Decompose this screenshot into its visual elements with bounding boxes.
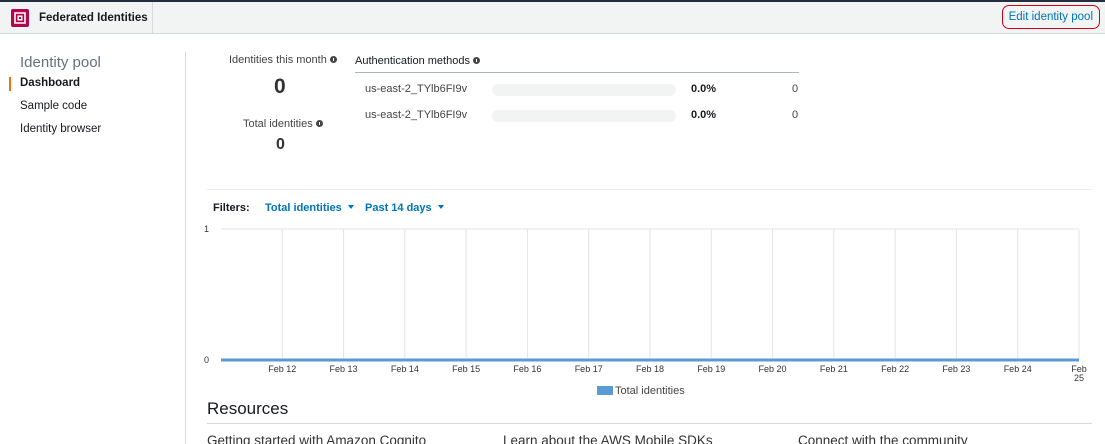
range-filter-dropdown[interactable]: Past 14 days [365, 202, 444, 214]
caret-down-icon [347, 205, 354, 209]
x-tick-label: Feb 18 [636, 364, 664, 374]
auth-method-count: 0 [792, 109, 799, 121]
info-icon[interactable] [315, 120, 323, 127]
top-bar [0, 0, 1105, 34]
resources-title: Resources [207, 399, 289, 418]
total-identities-label-text: Total identities [243, 118, 313, 130]
filters-label: Filters: [213, 202, 250, 214]
edit-identity-pool-button[interactable]: Edit identity pool [1001, 5, 1100, 29]
legend-label: Total identities [615, 385, 685, 397]
x-tick-label: Feb 24 [1004, 364, 1032, 374]
info-icon[interactable] [329, 56, 337, 63]
auth-method-progress-bar [492, 110, 676, 122]
x-tick-label: Feb 12 [268, 364, 296, 374]
auth-method-row: us-east-2_TYlb6FI9v 0.0% 0 [355, 83, 805, 97]
auth-method-count: 0 [792, 83, 799, 95]
cognito-logo-icon [11, 9, 29, 27]
auth-method-percent: 0.0% [691, 83, 717, 95]
auth-method-name: us-east-2_TYlb6FI9v [365, 109, 468, 121]
resource-link-community[interactable]: Connect with the community [798, 433, 968, 444]
resource-link-mobile-sdks[interactable]: Learn about the AWS Mobile SDKs [503, 433, 713, 444]
sidebar-item-sample-code[interactable]: Sample code [20, 100, 87, 112]
identities-month-label-text: Identities this month [229, 54, 327, 66]
auth-method-percent: 0.0% [691, 109, 717, 121]
resources-divider [207, 423, 1092, 424]
app-title: Federated Identities [39, 12, 148, 24]
info-icon[interactable] [472, 57, 480, 64]
auth-methods-divider [355, 72, 799, 73]
x-tick-label: Feb 13 [330, 364, 358, 374]
x-tick-label: Feb 17 [575, 364, 603, 374]
y-tick-label: 0 [204, 355, 209, 365]
metric-filter-dropdown[interactable]: Total identities [265, 202, 354, 214]
x-tick-label: Feb 16 [513, 364, 541, 374]
active-indicator [9, 77, 11, 91]
caret-down-icon [437, 205, 444, 209]
sidebar-item-identity-browser[interactable]: Identity browser [20, 123, 101, 135]
brand[interactable]: Federated Identities [0, 2, 153, 34]
sidebar: Identity pool Dashboard Sample code Iden… [0, 34, 186, 444]
identities-month-label: Identities this month [229, 54, 337, 66]
top-bar-edge [0, 0, 1105, 2]
auth-method-progress-bar [492, 84, 676, 96]
chart-legend: Total identities [597, 385, 685, 397]
x-tick-label: Feb 14 [391, 364, 419, 374]
sidebar-item-dashboard[interactable]: Dashboard [20, 77, 80, 89]
x-tick-label: Feb 25 [1071, 364, 1087, 383]
total-identities-value: 0 [276, 136, 285, 153]
x-tick-label: Feb 15 [452, 364, 480, 374]
x-tick-label: Feb 20 [759, 364, 787, 374]
auth-method-row: us-east-2_TYlb6FI9v 0.0% 0 [355, 109, 805, 123]
metric-filter-value: Total identities [265, 202, 342, 214]
range-filter-value: Past 14 days [365, 202, 432, 214]
auth-methods-title: Authentication methods [355, 55, 480, 67]
identities-month-value: 0 [274, 75, 286, 98]
resource-link-getting-started[interactable]: Getting started with Amazon Cognito [207, 433, 426, 444]
filters-divider [207, 189, 1092, 190]
sidebar-divider [185, 52, 186, 444]
x-tick-label: Feb 21 [820, 364, 848, 374]
x-tick-label: Feb 19 [697, 364, 725, 374]
sidebar-title: Identity pool [20, 54, 101, 71]
auth-method-name: us-east-2_TYlb6FI9v [365, 83, 468, 95]
y-tick-label: 1 [204, 224, 209, 234]
x-tick-label: Feb 22 [881, 364, 909, 374]
auth-methods-title-text: Authentication methods [355, 55, 470, 67]
x-tick-label: Feb 23 [942, 364, 970, 374]
total-identities-label: Total identities [243, 118, 323, 130]
legend-swatch [597, 386, 613, 395]
